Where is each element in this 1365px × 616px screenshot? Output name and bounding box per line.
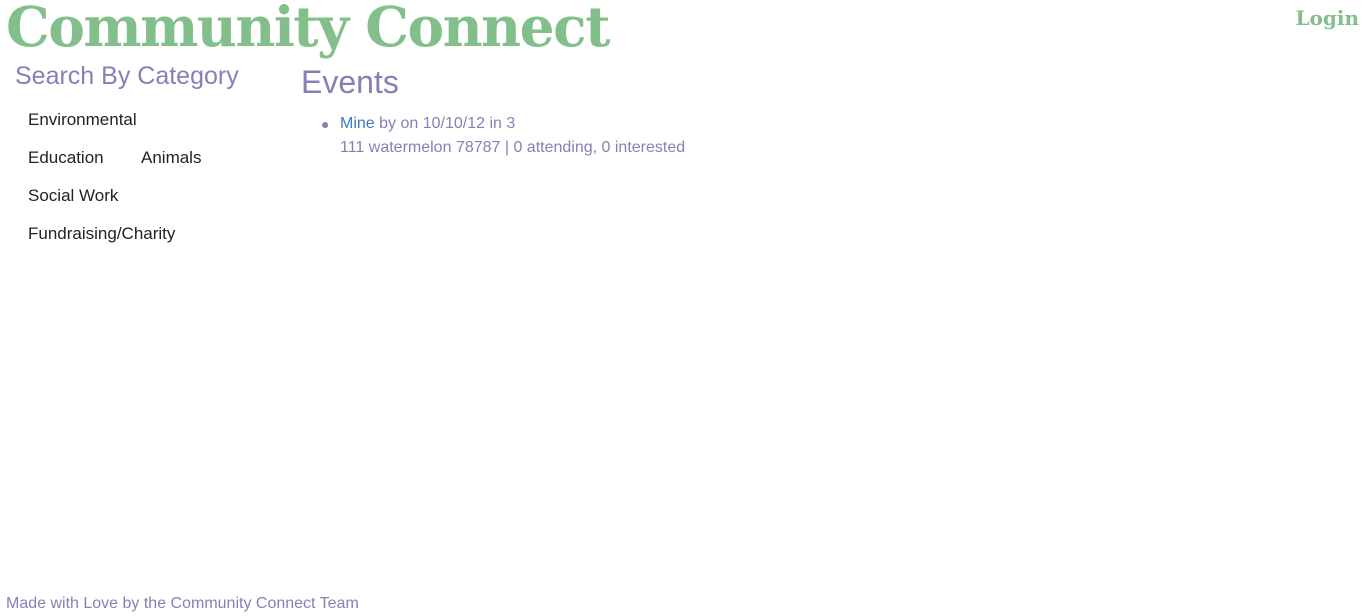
category-animals[interactable]: Animals — [141, 148, 201, 168]
category-education[interactable]: Education — [28, 148, 104, 168]
category-environmental[interactable]: Environmental — [28, 110, 137, 130]
category-social-work[interactable]: Social Work — [28, 186, 118, 206]
bullet-icon: ● — [321, 116, 330, 132]
login-link[interactable]: Login — [1295, 6, 1359, 30]
event-meta: by on 10/10/12 in 3 — [374, 115, 516, 132]
event-heading-line: Mine by on 10/10/12 in 3 — [340, 112, 685, 136]
sidebar-title: Search By Category — [15, 62, 239, 90]
event-link[interactable]: Mine — [340, 115, 375, 132]
category-fundraising-charity[interactable]: Fundraising/Charity — [28, 224, 175, 244]
event-details: 111 watermelon 78787 | 0 attending, 0 in… — [340, 139, 686, 156]
events-title: Events — [301, 64, 399, 100]
site-title[interactable]: Community Connect — [6, 0, 611, 59]
footer-text: Made with Love by the Community Connect … — [6, 595, 359, 612]
